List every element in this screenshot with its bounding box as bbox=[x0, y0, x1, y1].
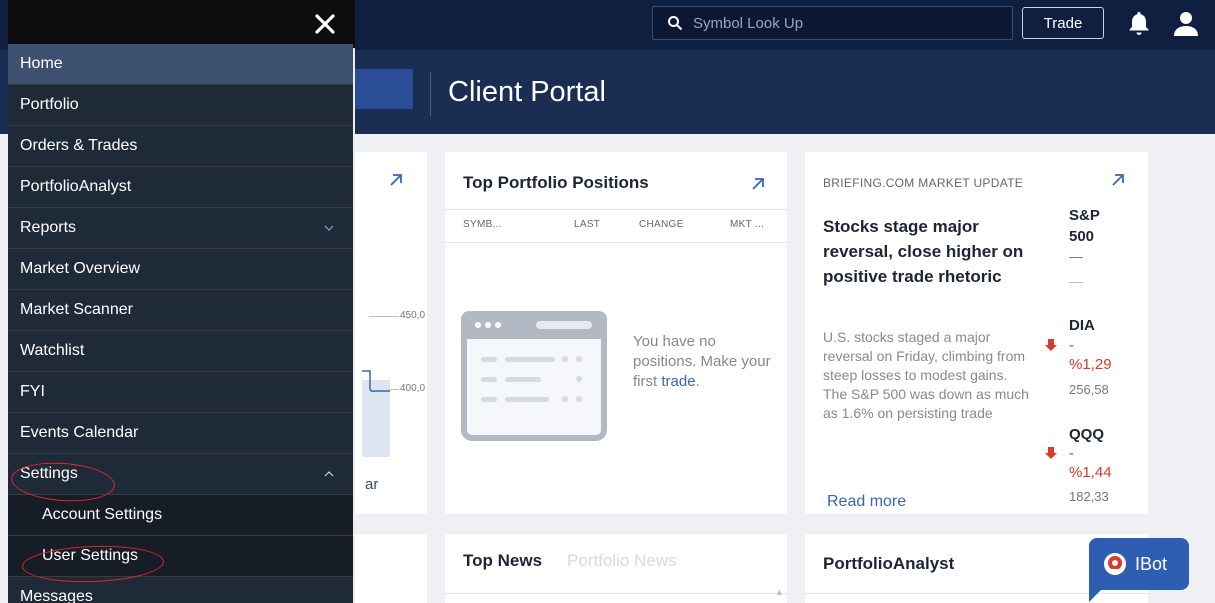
down-arrow-icon bbox=[1045, 447, 1057, 459]
tick-label: 450,0 bbox=[400, 310, 426, 321]
top-positions-card: Top Portfolio Positions SYMB... LAST CHA… bbox=[445, 152, 787, 514]
logo-block[interactable] bbox=[355, 69, 413, 109]
index-price: 256,58 bbox=[1069, 382, 1109, 397]
left-chart-card: 450,0 400,0 bbox=[355, 152, 427, 514]
index-change: - %1,44 bbox=[1069, 445, 1112, 481]
expand-arrow-icon[interactable] bbox=[750, 176, 766, 192]
chart-line bbox=[362, 370, 390, 392]
bottom-left-card bbox=[355, 534, 427, 603]
menu-item-account-settings[interactable]: Account Settings bbox=[8, 495, 353, 536]
menu-item-user-settings[interactable]: User Settings bbox=[8, 536, 353, 577]
empty-table-illustration bbox=[461, 311, 607, 441]
index-name[interactable]: QQQ bbox=[1069, 424, 1104, 445]
expand-arrow-icon[interactable] bbox=[388, 172, 404, 188]
ibot-icon bbox=[1104, 553, 1126, 575]
empty-positions-message: You have no positions. Make your first t… bbox=[633, 333, 771, 390]
menu-item-market-overview[interactable]: Market Overview bbox=[8, 249, 353, 290]
index-price: 182,33 bbox=[1069, 489, 1109, 504]
menu-item-market-scanner[interactable]: Market Scanner bbox=[8, 290, 353, 331]
column-header[interactable]: MKT ... bbox=[730, 219, 764, 230]
news-card: Top News Portfolio News ▲ bbox=[445, 534, 787, 603]
expand-arrow-icon[interactable] bbox=[1110, 172, 1126, 188]
column-header[interactable]: SYMB... bbox=[463, 219, 502, 230]
menu-item-messages[interactable]: Messages bbox=[8, 577, 353, 603]
index-change: - %1,29 bbox=[1069, 337, 1112, 373]
news-source: BRIEFING.COM MARKET UPDATE bbox=[823, 176, 1024, 190]
menu-item-settings[interactable]: Settings bbox=[8, 454, 353, 495]
index-name[interactable]: DIA bbox=[1069, 315, 1095, 336]
briefing-card: BRIEFING.COM MARKET UPDATE Stocks stage … bbox=[805, 152, 1148, 514]
gridline bbox=[369, 316, 399, 317]
news-headline[interactable]: Stocks stage major reversal, close highe… bbox=[823, 214, 1033, 289]
bell-icon[interactable] bbox=[1127, 10, 1151, 36]
close-icon[interactable] bbox=[314, 13, 336, 35]
side-menu: Home Portfolio Orders & Trades Portfolio… bbox=[8, 0, 355, 603]
read-more-link[interactable]: Read more bbox=[827, 493, 906, 511]
trade-link[interactable]: trade bbox=[661, 373, 695, 390]
user-icon[interactable] bbox=[1173, 10, 1199, 36]
page-title: Client Portal bbox=[448, 76, 606, 108]
column-header[interactable]: LAST bbox=[574, 219, 600, 230]
news-summary: U.S. stocks staged a major reversal on F… bbox=[823, 329, 1029, 421]
menu-item-home[interactable]: Home bbox=[8, 44, 353, 85]
column-header[interactable]: CHANGE bbox=[639, 219, 684, 230]
divider bbox=[445, 593, 787, 594]
menu-item-reports[interactable]: Reports bbox=[8, 208, 353, 249]
card-title: Top Portfolio Positions bbox=[463, 173, 649, 192]
tick-label: 400,0 bbox=[400, 383, 426, 394]
tab-portfolio-news[interactable]: Portfolio News bbox=[567, 551, 677, 571]
header-divider bbox=[430, 72, 431, 116]
menu-item-events-calendar[interactable]: Events Calendar bbox=[8, 413, 353, 454]
symbol-search-input[interactable]: Symbol Look Up bbox=[652, 6, 1013, 40]
index-price: — bbox=[1069, 273, 1083, 289]
card-footer-label[interactable]: ar bbox=[365, 476, 378, 493]
search-placeholder: Symbol Look Up bbox=[693, 14, 804, 32]
menu-item-watchlist[interactable]: Watchlist bbox=[8, 331, 353, 372]
menu-list: Home Portfolio Orders & Trades Portfolio… bbox=[8, 44, 353, 603]
menu-item-portfolioanalyst[interactable]: PortfolioAnalyst bbox=[8, 167, 353, 208]
menu-item-fyi[interactable]: FYI bbox=[8, 372, 353, 413]
ibot-label: IBot bbox=[1135, 553, 1168, 574]
trade-button[interactable]: Trade bbox=[1022, 7, 1104, 39]
index-change: — bbox=[1069, 248, 1083, 264]
index-name[interactable]: S&P 500 bbox=[1069, 205, 1115, 247]
card-title: PortfolioAnalyst bbox=[823, 554, 955, 573]
ibot-button[interactable]: IBot bbox=[1089, 538, 1189, 590]
tab-top-news[interactable]: Top News bbox=[463, 551, 542, 571]
search-icon bbox=[668, 16, 683, 31]
menu-item-orders-trades[interactable]: Orders & Trades bbox=[8, 126, 353, 167]
chevron-up-icon bbox=[324, 471, 334, 477]
positions-columns: SYMB... LAST CHANGE MKT ... bbox=[445, 209, 787, 243]
chevron-down-icon bbox=[324, 225, 334, 231]
menu-header bbox=[8, 0, 355, 48]
menu-item-portfolio[interactable]: Portfolio bbox=[8, 85, 353, 126]
down-arrow-icon bbox=[1045, 339, 1057, 351]
scroll-up-icon[interactable]: ▲ bbox=[775, 587, 784, 603]
